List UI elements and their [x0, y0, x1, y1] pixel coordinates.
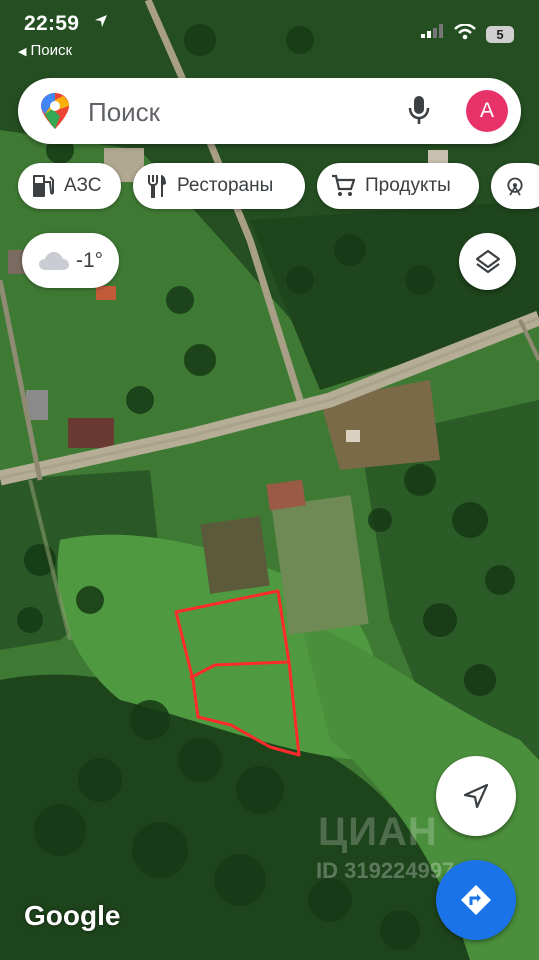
- chip-label: Рестораны: [177, 175, 274, 196]
- weather-badge[interactable]: -1°: [22, 233, 119, 288]
- gas-station-icon: [33, 175, 54, 197]
- chip-more[interactable]: [491, 163, 539, 209]
- back-link-label: Поиск: [30, 42, 73, 59]
- chip-label: Продукты: [365, 175, 451, 196]
- navigation-arrow-icon: [463, 783, 489, 809]
- search-input[interactable]: Поиск: [88, 97, 160, 128]
- back-triangle-icon: ◀: [18, 46, 27, 58]
- microphone-icon[interactable]: [408, 95, 430, 130]
- account-avatar[interactable]: А: [466, 90, 508, 132]
- chip-groceries[interactable]: Продукты: [317, 163, 479, 209]
- search-bar[interactable]: Поиск А: [18, 78, 521, 144]
- chip-label: АЗС: [64, 175, 102, 196]
- wifi-icon: [454, 23, 476, 45]
- cian-watermark-logo: ЦИАН: [318, 810, 438, 854]
- directions-icon: [461, 885, 491, 915]
- back-to-search-link[interactable]: ◀ Поиск: [18, 42, 72, 59]
- attractions-icon: [507, 177, 523, 196]
- restaurant-icon: [148, 175, 166, 198]
- directions-button[interactable]: [436, 860, 516, 940]
- chip-restaurants[interactable]: Рестораны: [133, 163, 305, 209]
- layers-icon: [475, 249, 500, 273]
- location-arrow-icon: [94, 14, 108, 33]
- google-logo: Google: [24, 900, 121, 931]
- battery-indicator: 5: [486, 26, 514, 43]
- weather-temperature: -1°: [75, 248, 104, 272]
- status-time: 22:59: [24, 12, 80, 35]
- status-bar: 22:59 ◀ Поиск 5: [0, 0, 539, 64]
- signal-icon: [421, 24, 443, 43]
- cart-icon: [332, 174, 355, 196]
- google-maps-pin-icon: [40, 92, 70, 135]
- layers-button[interactable]: [459, 233, 516, 290]
- my-location-button[interactable]: [436, 756, 516, 836]
- cloud-icon: [38, 251, 69, 270]
- chip-gas-stations[interactable]: АЗС: [18, 163, 121, 209]
- listing-id-watermark: ID 319224997: [316, 858, 455, 883]
